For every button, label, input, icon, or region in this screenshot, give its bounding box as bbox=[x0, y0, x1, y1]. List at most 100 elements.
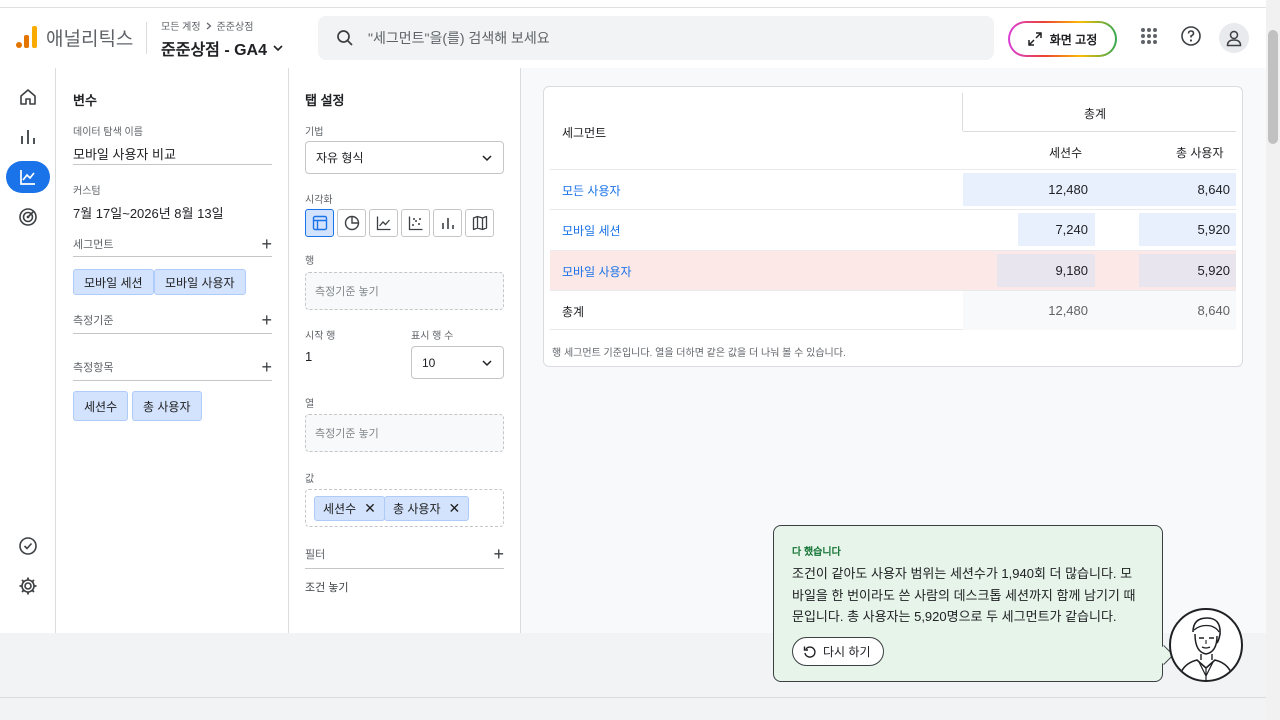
rows-label: 행 bbox=[305, 256, 315, 267]
viz-line-icon[interactable] bbox=[369, 209, 398, 237]
columns-dropzone[interactable]: 측정기준 놓기 bbox=[305, 414, 504, 452]
bottom-divider bbox=[0, 697, 1266, 698]
refresh-icon bbox=[803, 645, 816, 658]
show-rows-label: 표시 행 수 bbox=[411, 331, 454, 342]
viz-donut-icon[interactable] bbox=[337, 209, 366, 237]
nav-home[interactable] bbox=[6, 81, 50, 113]
dimensions-section: 측정기준 + bbox=[73, 311, 272, 329]
exploration-name-input[interactable]: 모바일 사용자 비교 bbox=[73, 144, 176, 163]
page-scrollbar[interactable] bbox=[1266, 0, 1280, 720]
filters-section: 필터 + bbox=[305, 545, 504, 563]
dimensions-label: 측정기준 bbox=[73, 315, 114, 327]
table-footnote: 행 세그먼트 기준입니다. 열을 더하면 같은 값을 더 나눠 볼 수 있습니다… bbox=[552, 348, 846, 359]
add-metric-plus-icon[interactable]: + bbox=[261, 358, 272, 376]
variables-panel: 변수 데이터 탐색 이름 모바일 사용자 비교 커스텀 7월 17일~2026년… bbox=[57, 68, 289, 633]
nav-insights[interactable] bbox=[6, 530, 50, 562]
start-row-label: 시작 행 bbox=[305, 331, 336, 342]
analytics-logo-icon[interactable] bbox=[16, 26, 38, 48]
close-icon[interactable]: ✕ bbox=[364, 500, 376, 517]
assistant-avatar bbox=[1169, 608, 1243, 682]
users-column-header[interactable]: 총 사용자 bbox=[1176, 144, 1224, 161]
add-segment-plus-icon[interactable]: + bbox=[261, 235, 272, 253]
metric-chip[interactable]: 총 사용자 bbox=[132, 391, 202, 421]
value-chip-label: 세션수 bbox=[323, 502, 357, 516]
value-chip[interactable]: 세션수 ✕ bbox=[314, 496, 385, 521]
help-icon[interactable] bbox=[1179, 24, 1203, 48]
total-users-value: 8,640 bbox=[1197, 303, 1230, 318]
viz-scatter-icon[interactable] bbox=[401, 209, 430, 237]
app-name[interactable]: 애널리틱스 bbox=[46, 24, 133, 51]
metric-chip[interactable]: 세션수 bbox=[73, 391, 129, 421]
segment-chip[interactable]: 모바일 사용자 bbox=[154, 269, 246, 295]
value-chip[interactable]: 총 사용자 ✕ bbox=[384, 496, 470, 521]
pin-screen-button[interactable]: 화면 고정 bbox=[1008, 21, 1117, 57]
totals-group-header: 총계 bbox=[1084, 107, 1107, 121]
row-sessions-value: 12,480 bbox=[1048, 182, 1088, 197]
underline bbox=[73, 164, 272, 165]
breadcrumb[interactable]: 모든 계정 준준상점 bbox=[161, 18, 253, 33]
table-row[interactable]: 모든 사용자 12,480 8,640 bbox=[550, 169, 1236, 209]
show-rows-value: 10 bbox=[422, 355, 436, 370]
divider bbox=[73, 333, 272, 334]
close-icon[interactable]: ✕ bbox=[449, 500, 461, 517]
divider bbox=[73, 380, 272, 381]
account-avatar[interactable] bbox=[1219, 23, 1249, 53]
chevron-down-icon bbox=[482, 154, 492, 161]
nav-reports[interactable] bbox=[6, 121, 50, 153]
pin-screen-label: 화면 고정 bbox=[1049, 32, 1098, 47]
metrics-section: 측정항목 + bbox=[73, 358, 272, 376]
apps-grid-icon[interactable] bbox=[1137, 24, 1161, 48]
breadcrumb-account[interactable]: 모든 계정 bbox=[161, 18, 201, 33]
add-dimension-plus-icon[interactable]: + bbox=[261, 311, 272, 329]
add-filter-plus-icon[interactable]: + bbox=[493, 545, 504, 563]
person-sketch-icon bbox=[1178, 617, 1234, 680]
row-sessions-value: 7,240 bbox=[1055, 222, 1088, 237]
row-segment-name[interactable]: 모든 사용자 bbox=[562, 182, 621, 199]
property-selector[interactable]: 준준상점 - GA4 bbox=[161, 36, 284, 60]
row-segment-name[interactable]: 모바일 세션 bbox=[562, 222, 621, 239]
variables-title: 변수 bbox=[73, 93, 97, 108]
chevron-right-icon bbox=[206, 22, 212, 29]
sessions-column-header[interactable]: 세션수 bbox=[1049, 144, 1082, 161]
cell-bg bbox=[963, 291, 1236, 330]
show-rows-select[interactable]: 10 bbox=[411, 346, 504, 379]
left-nav-rail bbox=[0, 68, 56, 633]
row-segment-name[interactable]: 모바일 사용자 bbox=[562, 263, 632, 280]
table-row[interactable]: 모바일 세션 7,240 5,920 bbox=[550, 209, 1236, 249]
viz-bar-icon[interactable] bbox=[433, 209, 462, 237]
retry-button[interactable]: 다시 하기 bbox=[792, 637, 884, 666]
breadcrumb-property[interactable]: 준준상점 bbox=[217, 18, 254, 33]
segments-label: 세그먼트 bbox=[73, 239, 114, 251]
nav-explore[interactable] bbox=[6, 161, 50, 193]
columns-label: 열 bbox=[305, 399, 315, 410]
segment-chip[interactable]: 모바일 세션 bbox=[73, 269, 154, 295]
search-input[interactable]: "세그먼트"을(를) 검색해 보세요 bbox=[368, 28, 550, 48]
rows-dropzone[interactable]: 측정기준 놓기 bbox=[305, 272, 504, 310]
gear-icon bbox=[19, 577, 37, 595]
row-sessions-value: 9,180 bbox=[1055, 263, 1088, 278]
row-users-value: 5,920 bbox=[1197, 222, 1230, 237]
exploration-name-label: 데이터 탐색 이름 bbox=[73, 127, 143, 138]
filters-dropzone[interactable]: 조건 놓기 bbox=[305, 579, 349, 595]
visualization-label: 시각화 bbox=[305, 195, 333, 206]
viz-map-icon[interactable] bbox=[465, 209, 494, 237]
technique-select[interactable]: 자유 형식 bbox=[305, 141, 504, 174]
expand-icon bbox=[1028, 32, 1042, 46]
home-icon bbox=[20, 89, 36, 105]
start-row-value[interactable]: 1 bbox=[305, 349, 312, 364]
search-bar[interactable]: "세그먼트"을(를) 검색해 보세요 bbox=[318, 16, 994, 60]
bar-chart-icon bbox=[21, 130, 35, 144]
value-chip-label: 총 사용자 bbox=[393, 502, 441, 516]
nav-admin[interactable] bbox=[6, 570, 50, 602]
visualization-picker bbox=[305, 209, 494, 237]
target-icon bbox=[19, 208, 37, 226]
table-row-highlighted[interactable]: 모바일 사용자 9,180 5,920 bbox=[550, 250, 1236, 290]
scrollbar-thumb[interactable] bbox=[1268, 30, 1278, 144]
segment-column-header: 세그먼트 bbox=[562, 126, 607, 140]
cell-heat bbox=[963, 173, 1236, 206]
totals-row: 총계 12,480 8,640 bbox=[550, 290, 1236, 330]
viz-table-icon[interactable] bbox=[305, 209, 334, 237]
date-range-value[interactable]: 7월 17일~2026년 8월 13일 bbox=[73, 203, 224, 222]
technique-value: 자유 형식 bbox=[316, 151, 364, 165]
nav-advertising[interactable] bbox=[6, 201, 50, 233]
